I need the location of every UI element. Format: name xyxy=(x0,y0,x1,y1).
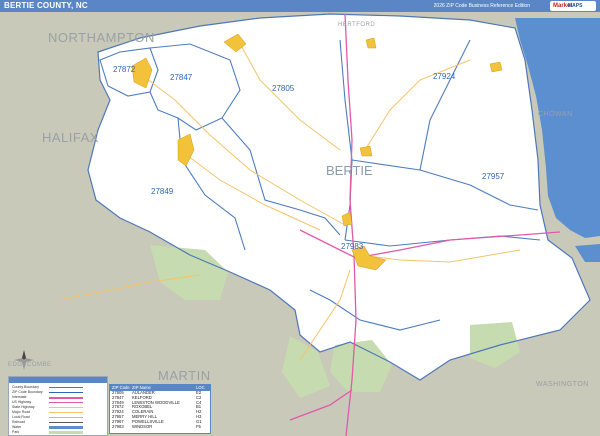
legend-row: Water xyxy=(12,425,22,429)
legend-swatch xyxy=(49,412,83,413)
legend-row: State Highway xyxy=(12,405,35,409)
label-chowan: CHOWAN xyxy=(538,111,573,118)
zip-loc-cell: F5 xyxy=(196,423,201,429)
map-frame: BERTIE COUNTY, NC 2026 ZIP Code Business… xyxy=(0,0,600,436)
zip-name-cell: WINDSOR xyxy=(132,423,153,429)
legend-swatch xyxy=(49,422,83,423)
legend-swatch xyxy=(49,417,83,418)
legend-swatch xyxy=(49,407,83,408)
zip-27849: 27849 xyxy=(151,187,174,196)
legend-swatch xyxy=(49,392,83,393)
label-bertie: BERTIE xyxy=(326,163,373,178)
title-bar: BERTIE COUNTY, NC 2026 ZIP Code Business… xyxy=(0,0,600,12)
label-hertford: HERTFORD xyxy=(338,22,375,28)
legend-swatch xyxy=(49,387,83,388)
legend-swatch xyxy=(49,431,83,434)
map-legend: County Boundary ZIP Code Boundary Inters… xyxy=(8,376,108,436)
zip-27957: 27957 xyxy=(482,172,505,181)
zip-cell: 27983 xyxy=(112,423,124,429)
legend-swatch xyxy=(49,397,83,399)
zip-27983: 27983 xyxy=(341,242,364,251)
edition-label: 2026 ZIP Code Business Reference Edition xyxy=(433,3,530,9)
legend-row: County Boundary xyxy=(12,385,40,389)
legend-row: Park xyxy=(12,430,20,434)
label-halifax: HALIFAX xyxy=(42,130,99,145)
zip-27847: 27847 xyxy=(170,73,193,82)
table-row: 27983 WINDSOR F5 xyxy=(110,423,210,430)
label-washington: WASHINGTON xyxy=(536,381,589,388)
brand-logo: Market MAPS xyxy=(550,1,596,11)
legend-swatch xyxy=(49,402,83,403)
county-map: NORTHAMPTON HERTFORD HALIFAX CHOWAN EDGE… xyxy=(0,12,600,436)
legend-row: Interstate xyxy=(12,395,27,399)
logo-text-2: MAPS xyxy=(568,3,583,9)
legend-row: Major Road xyxy=(12,410,31,414)
map-title: BERTIE COUNTY, NC xyxy=(4,1,88,10)
legend-swatch xyxy=(49,426,83,429)
zip-code-table: ZIP Code ZIP Name LOC 27805 AULANDER E2 27… xyxy=(109,384,211,434)
legend-row: Local Road xyxy=(12,415,30,419)
zip-27924: 27924 xyxy=(433,72,456,81)
legend-row: ZIP Code Boundary xyxy=(12,390,43,394)
label-martin: MARTIN xyxy=(158,368,211,383)
label-edgecombe: EDGECOMBE xyxy=(8,362,52,368)
legend-row: Railroad xyxy=(12,420,26,424)
zip-27805: 27805 xyxy=(272,84,295,93)
legend-header xyxy=(9,377,107,383)
legend-row: US Highway xyxy=(12,400,32,404)
label-northampton: NORTHAMPTON xyxy=(48,30,155,45)
zip-27872: 27872 xyxy=(113,65,136,74)
